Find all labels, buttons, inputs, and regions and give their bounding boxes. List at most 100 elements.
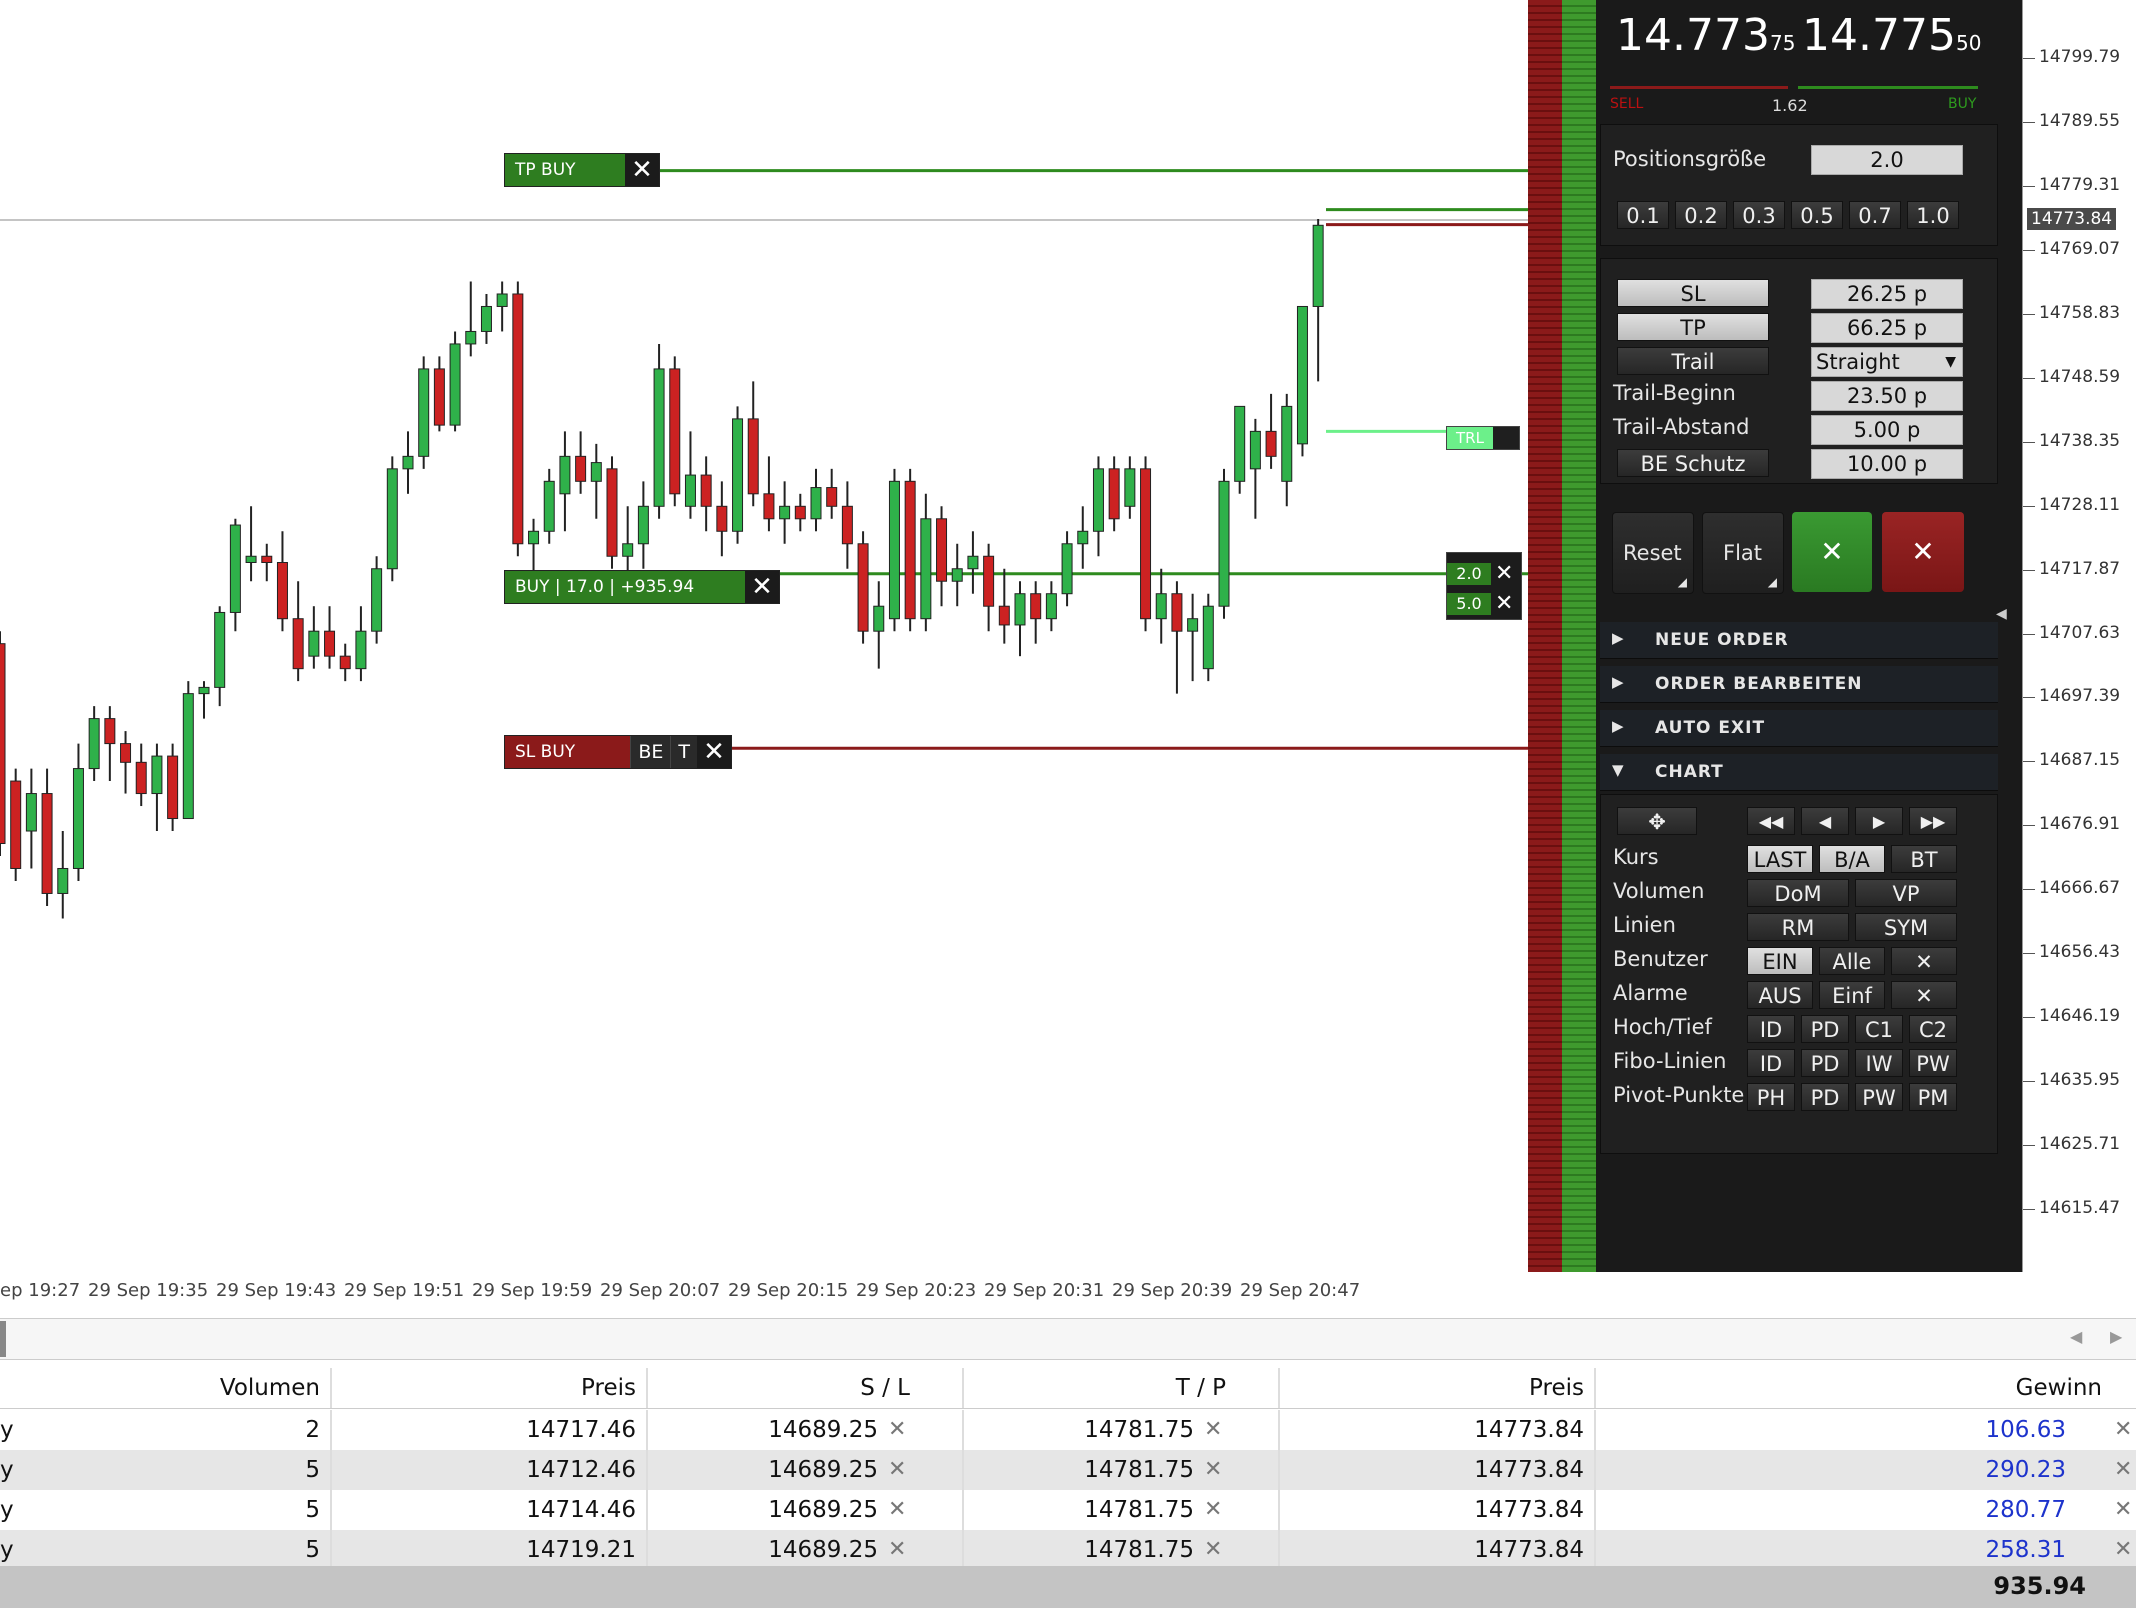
price-chart[interactable]: TP BUY ✕ BUY | 17.0 | +935.94 ✕ SL BUY B… [0,0,1528,1272]
remove-icon[interactable]: ✕ [2114,1450,2132,1490]
trail-begin-input[interactable]: 23.50 p [1811,381,1963,411]
trail-tag[interactable]: TRL [1446,426,1520,450]
step-forward-button[interactable]: ▶ [1855,807,1903,835]
chart-option-button[interactable]: ID [1747,1049,1795,1077]
chart-option-button[interactable]: PD [1801,1015,1849,1043]
remove-icon[interactable]: ✕ [1204,1410,1222,1450]
remove-icon[interactable]: ✕ [1204,1490,1222,1530]
close-icon[interactable]: ✕ [697,736,731,768]
remove-icon[interactable]: ✕ [888,1450,906,1490]
tp-input[interactable]: 66.25 p [1811,313,1963,343]
close-icon[interactable]: ✕ [625,154,659,186]
chart-option-button[interactable]: ID [1747,1015,1795,1043]
remove-icon[interactable]: ✕ [1204,1530,1222,1570]
chart-option-button[interactable]: ✕ [1891,981,1957,1009]
scroll-right-icon[interactable]: ▶ [2110,1327,2122,1346]
section-auto-exit[interactable]: ▶ AUTO EXIT [1600,710,1998,747]
chart-option-button[interactable]: PW [1855,1083,1903,1111]
tp-buy-tag[interactable]: TP BUY ✕ [504,153,660,187]
chart-option-button[interactable]: SYM [1855,913,1957,941]
position-size-input[interactable]: 2.0 [1811,145,1963,175]
chart-option-button[interactable]: PD [1801,1049,1849,1077]
section-edit-order[interactable]: ▶ ORDER BEARBEITEN [1600,666,1998,703]
collapse-arrow-icon[interactable]: ◀ [1996,606,2007,622]
close-icon[interactable]: ✕ [1495,561,1513,586]
table-row[interactable]: y 5 14714.46 14689.25 ✕ 14781.75 ✕ 14773.84 280.… [0,1490,2136,1530]
position-mini-tags[interactable]: 2.0 ✕ 5.0 ✕ [1446,552,1522,620]
close-icon[interactable]: ✕ [1495,591,1513,616]
remove-icon[interactable]: ✕ [2114,1410,2132,1450]
flat-button[interactable]: Flat ◢ [1702,512,1784,594]
be-protect-input[interactable]: 10.00 p [1811,449,1963,479]
tp-toggle-button[interactable]: TP [1617,313,1769,341]
confirm-buy-button[interactable]: ✕ [1792,512,1872,592]
quick-size-button[interactable]: 0.2 [1675,201,1727,229]
remove-icon[interactable]: ✕ [888,1410,906,1450]
chart-option-button[interactable]: PH [1747,1083,1795,1111]
chart-option-button[interactable]: BT [1891,845,1957,873]
trail-distance-input[interactable]: 5.00 p [1811,415,1963,445]
chart-option-button[interactable]: IW [1855,1049,1903,1077]
bull-candle [888,480,900,620]
remove-icon[interactable]: ✕ [1204,1450,1222,1490]
buy-quote[interactable]: 14.77550 [1802,10,1981,61]
table-row[interactable]: y 5 14712.46 14689.25 ✕ 14781.75 ✕ 14773.84 290.… [0,1450,2136,1490]
section-new-order[interactable]: ▶ NEUE ORDER [1600,622,1998,659]
bear-candle [10,780,22,869]
remove-icon[interactable]: ✕ [2114,1490,2132,1530]
chart-option-button[interactable]: ✕ [1891,947,1957,975]
sl-input[interactable]: 26.25 p [1811,279,1963,309]
quick-size-button[interactable]: 0.7 [1849,201,1901,229]
sl-toggle-button[interactable]: SL [1617,279,1769,307]
section-chart[interactable]: ▼ CHART [1600,754,1998,791]
chart-option-button[interactable]: EIN [1747,947,1813,975]
chart-option-button[interactable]: LAST [1747,845,1813,873]
table-row[interactable]: y 5 14719.21 14689.25 ✕ 14781.75 ✕ 14773.84 258.… [0,1530,2136,1570]
bull-candle [465,330,477,345]
chart-option-button[interactable]: VP [1855,879,1957,907]
confirm-sell-button[interactable]: ✕ [1882,512,1964,592]
bull-candle [732,418,744,532]
scroll-left-icon[interactable]: ◀ [2070,1327,2082,1346]
jump-end-button[interactable]: ▶▶ [1909,807,1957,835]
bull-candle [528,530,540,545]
trail-mode-select[interactable]: Straight ▼ [1811,347,1963,377]
be-button[interactable]: BE [630,736,671,768]
buy-position-tag[interactable]: BUY | 17.0 | +935.94 ✕ [504,570,780,604]
trail-toggle-button[interactable]: Trail [1617,347,1769,375]
step-back-button[interactable]: ◀ [1801,807,1849,835]
scroll-thumb[interactable] [0,1321,6,1357]
chart-option-button[interactable]: RM [1747,913,1849,941]
be-protect-button[interactable]: BE Schutz [1617,449,1769,477]
sl-buy-tag[interactable]: SL BUY BE T ✕ [504,735,732,769]
reset-button[interactable]: Reset ◢ [1612,512,1694,594]
crosshair-button[interactable]: ✥ [1617,807,1697,835]
bull-candle [57,867,69,894]
chart-option-button[interactable]: C1 [1855,1015,1903,1043]
chart-option-button[interactable]: B/A [1819,845,1885,873]
chart-option-button[interactable]: PD [1801,1083,1849,1111]
chart-scrollbar[interactable]: ◀ ▶ [0,1318,2136,1360]
remove-icon[interactable]: ✕ [888,1490,906,1530]
sell-price-main: 14.773 [1616,10,1770,61]
quick-size-button[interactable]: 0.3 [1733,201,1785,229]
quick-size-button[interactable]: 1.0 [1907,201,1959,229]
bull-candle [151,755,163,795]
chart-option-button[interactable]: Alle [1819,947,1885,975]
table-row[interactable]: y 2 14717.46 14689.25 ✕ 14781.75 ✕ 14773.84 106.… [0,1410,2136,1450]
chart-option-button[interactable]: AUS [1747,981,1813,1009]
chart-option-button[interactable]: C2 [1909,1015,1957,1043]
column-header[interactable]: Gewinn [0,1368,2110,1408]
chart-option-button[interactable]: DoM [1747,879,1849,907]
close-icon[interactable]: ✕ [745,571,779,603]
quick-size-button[interactable]: 0.1 [1617,201,1669,229]
trail-button[interactable]: T [670,736,697,768]
sell-quote[interactable]: 14.77375 [1616,10,1795,61]
chart-option-button[interactable]: PM [1909,1083,1957,1111]
quick-size-button[interactable]: 0.5 [1791,201,1843,229]
chart-option-button[interactable]: Einf [1819,981,1885,1009]
jump-start-button[interactable]: ◀◀ [1747,807,1795,835]
remove-icon[interactable]: ✕ [888,1530,906,1570]
chart-option-button[interactable]: PW [1909,1049,1957,1077]
remove-icon[interactable]: ✕ [2114,1530,2132,1570]
